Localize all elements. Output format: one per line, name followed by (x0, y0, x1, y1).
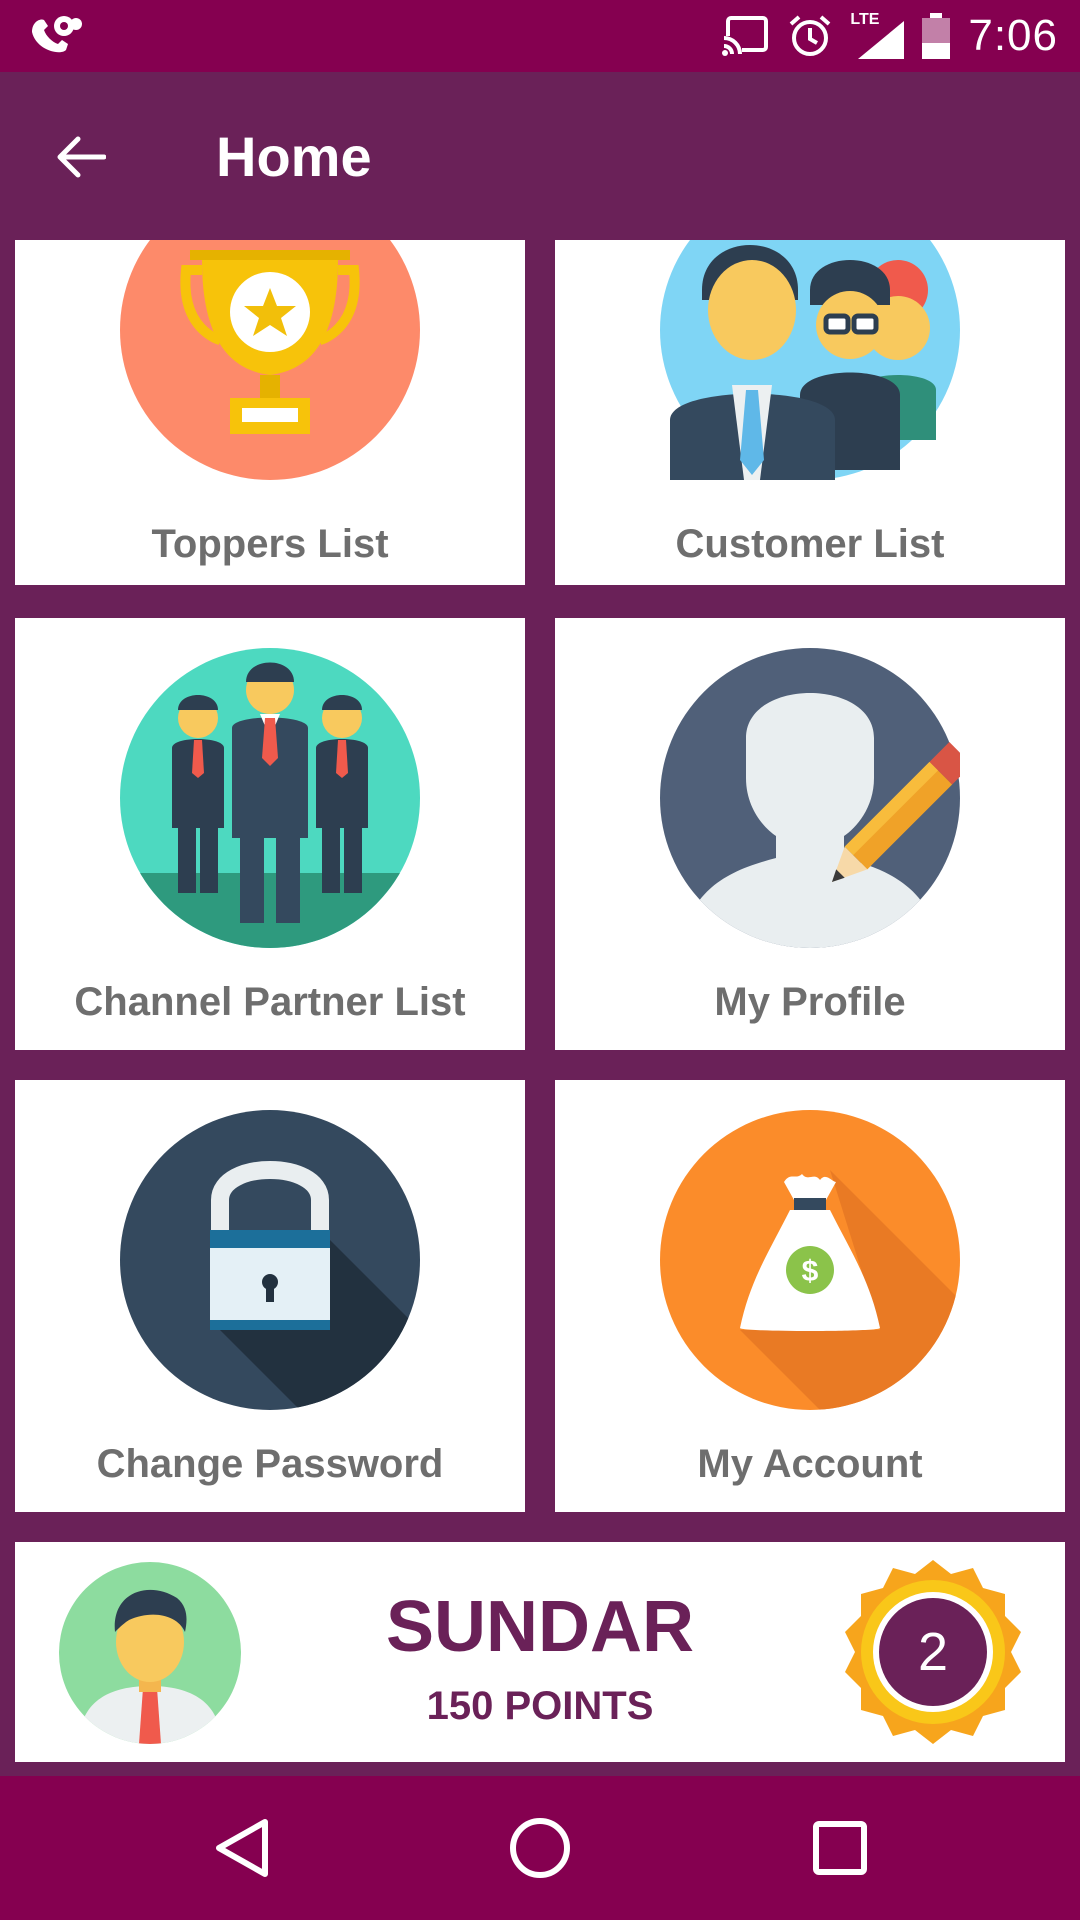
change-password-card[interactable]: Change Password (15, 1080, 525, 1512)
status-bar: LTE 7:06 (0, 0, 1080, 72)
page-title: Home (216, 125, 372, 188)
toppers-list-card[interactable]: Toppers List (15, 240, 525, 585)
alarm-icon (790, 15, 831, 56)
nav-back-button[interactable] (205, 1812, 277, 1884)
channel-partner-list-label: Channel Partner List (74, 980, 466, 1024)
profile-edit-icon (660, 648, 960, 948)
back-triangle-icon (216, 1819, 268, 1877)
rank-medal: 2 (837, 1556, 1029, 1748)
toppers-list-label: Toppers List (151, 522, 389, 566)
home-circle-icon (510, 1818, 570, 1878)
nav-home-button[interactable] (504, 1812, 576, 1884)
padlock-icon (120, 1110, 420, 1410)
channel-partner-list-card[interactable]: Channel Partner List (15, 618, 525, 1050)
recents-square-icon (813, 1821, 867, 1875)
rank-number: 2 (917, 1622, 949, 1682)
nav-recents-button[interactable] (804, 1812, 876, 1884)
back-button[interactable] (46, 122, 116, 192)
user-summary-card[interactable]: SUNDAR 150 POINTS 2 (15, 1542, 1065, 1762)
customer-list-card[interactable]: Customer List (555, 240, 1065, 585)
svg-text:$: $ (802, 1255, 819, 1288)
business-team-icon (120, 648, 420, 948)
my-account-card[interactable]: $ My Account (555, 1080, 1065, 1512)
customer-list-label: Customer List (675, 522, 945, 566)
cast-icon (722, 16, 769, 56)
clock-time: 7:06 (968, 11, 1058, 60)
my-profile-card[interactable]: My Profile (555, 618, 1065, 1050)
system-nav-bar (0, 1776, 1080, 1920)
app-bar: Home (0, 72, 1080, 240)
people-group-icon (660, 240, 960, 480)
trophy-icon (120, 240, 420, 480)
battery-icon (922, 13, 951, 59)
my-profile-label: My Profile (714, 980, 906, 1024)
change-password-label: Change Password (96, 1442, 444, 1486)
money-bag-icon: $ (660, 1110, 960, 1410)
my-account-label: My Account (697, 1442, 923, 1486)
voicemail-phone-icon (32, 16, 82, 53)
arrow-left-icon (57, 136, 106, 178)
lte-signal-icon: LTE (850, 11, 905, 59)
